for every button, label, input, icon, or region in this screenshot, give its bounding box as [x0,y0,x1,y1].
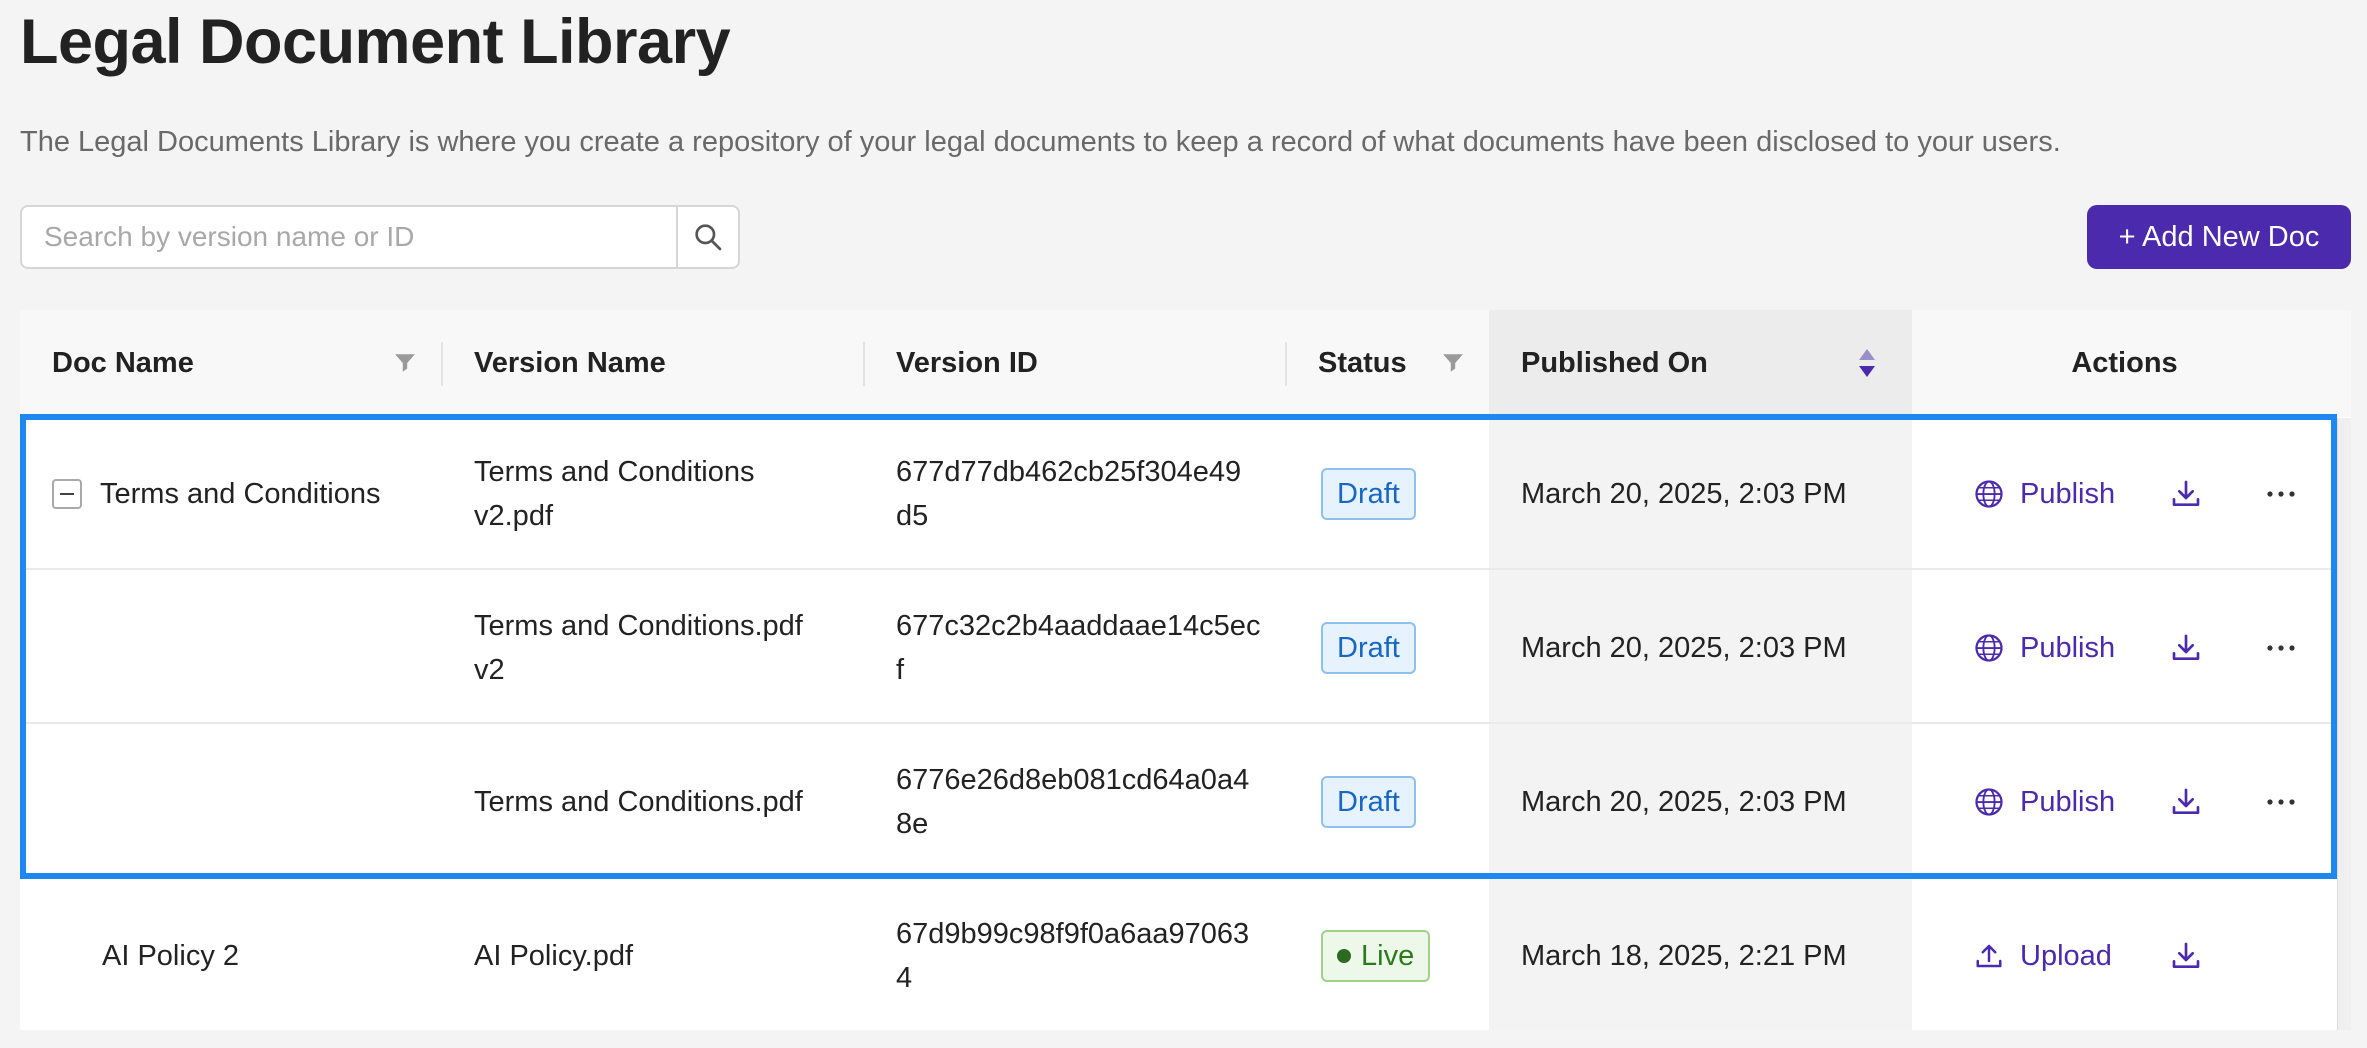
search-bar [20,205,740,269]
status-label: Live [1361,939,1415,972]
globe-icon [1975,479,2003,508]
publish-label: Publish [2020,631,2116,664]
add-new-doc-button[interactable]: + Add New Doc [2087,205,2351,269]
version-name-line: v2 [474,653,505,686]
more-icon [2267,490,2295,497]
search-button[interactable] [676,207,738,267]
download-icon [2172,942,2200,968]
live-dot-icon [1337,948,1351,963]
table-row: Terms and Conditions.pdf 6776e26d8eb081c… [20,725,2351,878]
column-label: Version Name [474,347,666,379]
globe-icon [1975,633,2003,662]
version-name-cell: Terms and Conditions.pdf [474,725,854,878]
doc-name-cell: AI Policy 2 [102,879,239,1032]
version-id-line: 4 [896,961,913,994]
status-cell: Draft [1321,417,1416,570]
version-id-line: 6776e26d8eb081cd64a0a4 [896,763,1250,796]
table-row: Terms and Conditions Terms and Condition… [20,417,2351,570]
publish-action[interactable]: Publish [1974,417,2115,570]
page-description: The Legal Documents Library is where you… [20,126,2061,158]
version-name-line: v2.pdf [474,499,553,532]
version-id-cell: 677c32c2b4aaddaae14c5ec f [896,571,1276,724]
table-header: Doc Name Version Name Version ID Status … [20,310,2351,417]
version-id-line: 67d9b99c98f9f0a6aa97063 [896,917,1250,950]
status-cell: Draft [1321,571,1416,724]
download-action[interactable] [2170,571,2202,724]
search-icon [695,224,722,251]
download-action[interactable] [2170,879,2202,1032]
version-name-line: Terms and Conditions.pdf [474,785,803,818]
version-id-line: 8e [896,807,929,840]
version-name-line: Terms and Conditions.pdf [474,609,803,642]
table-row: Terms and Conditions.pdf v2 677c32c2b4aa… [20,571,2351,724]
published-on: March 20, 2025, 2:03 PM [1521,785,1847,818]
version-name-cell: Terms and Conditions.pdf v2 [474,571,854,724]
download-action[interactable] [2170,725,2202,878]
column-header-version-id: Version ID [864,310,1286,417]
published-on: March 20, 2025, 2:03 PM [1521,477,1847,510]
version-name-cell: Terms and Conditions v2.pdf [474,417,854,570]
download-action[interactable] [2170,417,2202,570]
globe-icon [1975,787,2003,816]
published-on-cell: March 20, 2025, 2:03 PM [1521,417,1847,570]
column-label: Version ID [896,347,1038,379]
doc-name: AI Policy 2 [102,939,239,972]
status-cell: Live [1321,879,1431,1032]
download-icon [2172,788,2200,814]
upload-icon [1976,944,2002,967]
column-header-published-on[interactable]: Published On [1489,310,1912,417]
documents-table: Doc Name Version Name Version ID Status … [20,310,2351,1030]
table-scrollbar[interactable] [2337,418,2351,1030]
column-label: Published On [1521,347,1708,379]
publish-action[interactable]: Publish [1974,571,2115,724]
version-id-line: 677d77db462cb25f304e49 [896,455,1242,488]
filter-icon[interactable] [394,352,416,374]
doc-name: Terms and Conditions [100,477,381,510]
column-header-actions: Actions [1912,310,2337,417]
version-name-line: AI Policy.pdf [474,939,634,972]
more-action[interactable] [2266,725,2296,878]
version-id-line: d5 [896,499,929,532]
sort-icon[interactable] [1858,348,1876,378]
status-badge: Live [1321,929,1431,982]
published-on-cell: March 18, 2025, 2:21 PM [1521,879,1847,1032]
version-id-line: f [896,653,905,686]
version-name-cell: AI Policy.pdf [474,879,854,1032]
column-label: Actions [2071,347,2178,379]
table-row: AI Policy 2 AI Policy.pdf 67d9b99c98f9f0… [20,879,2351,1032]
status-badge: Draft [1321,467,1416,520]
filter-icon[interactable] [1442,352,1464,374]
upload-action[interactable]: Upload [1974,879,2112,1032]
search-input[interactable] [22,207,676,267]
upload-label: Upload [2020,939,2112,972]
publish-label: Publish [2020,785,2116,818]
column-header-version-name: Version Name [442,310,864,417]
version-id-cell: 677d77db462cb25f304e49 d5 [896,417,1276,570]
column-label: Status [1318,347,1407,379]
version-id-cell: 67d9b99c98f9f0a6aa97063 4 [896,879,1276,1032]
published-on-cell: March 20, 2025, 2:03 PM [1521,571,1847,724]
published-on: March 20, 2025, 2:03 PM [1521,631,1847,664]
version-id-cell: 6776e26d8eb081cd64a0a4 8e [896,725,1276,878]
doc-name-cell: Terms and Conditions [52,417,380,570]
published-on: March 18, 2025, 2:21 PM [1521,939,1847,972]
status-badge: Draft [1321,621,1416,674]
publish-action[interactable]: Publish [1974,725,2115,878]
more-action[interactable] [2266,417,2296,570]
status-cell: Draft [1321,725,1416,878]
status-badge: Draft [1321,775,1416,828]
download-icon [2172,634,2200,660]
page-title: Legal Document Library [20,7,731,77]
more-action[interactable] [2266,571,2296,724]
version-name-line: Terms and Conditions [474,455,755,488]
collapse-icon[interactable] [52,478,82,509]
more-icon [2267,798,2295,805]
version-id-line: 677c32c2b4aaddaae14c5ec [896,609,1261,642]
column-label: Doc Name [52,347,194,379]
publish-label: Publish [2020,477,2116,510]
download-icon [2172,480,2200,506]
more-icon [2267,644,2295,651]
published-on-cell: March 20, 2025, 2:03 PM [1521,725,1847,878]
column-header-doc-name: Doc Name [20,310,442,417]
